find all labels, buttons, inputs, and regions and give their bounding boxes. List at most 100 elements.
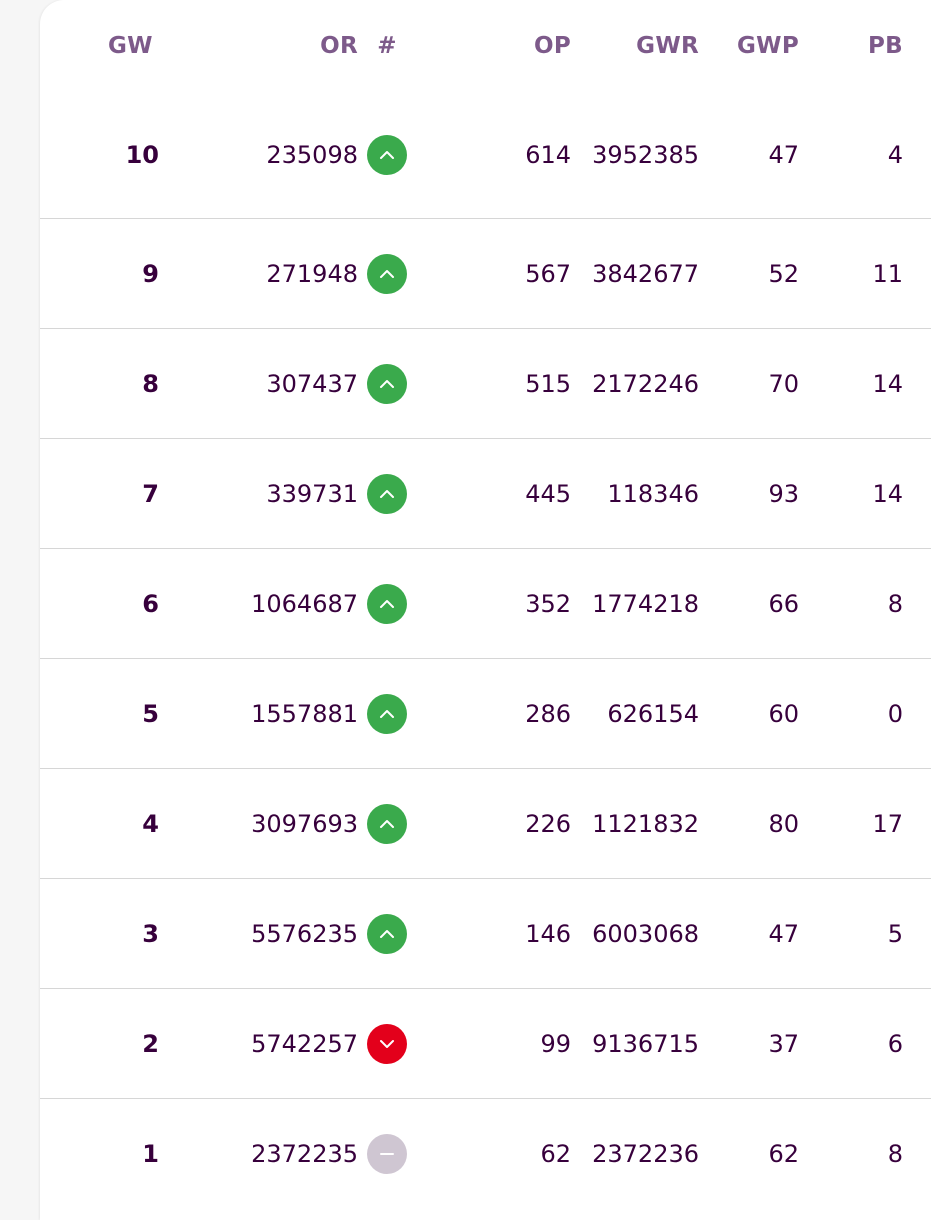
- rank-movement-cell: [358, 92, 436, 219]
- rank-movement-cell: [358, 439, 436, 549]
- overall-rank-cell: 339731: [266, 479, 358, 508]
- rank-movement-cell: [358, 769, 436, 879]
- header-gwp: GWP: [736, 33, 799, 59]
- table-row: 4 3097693 226 1121832 80 17: [40, 769, 931, 879]
- gameweek-rank-cell: 9136715: [592, 1029, 699, 1058]
- gameweek-points-cell: 37: [768, 1029, 799, 1058]
- overall-rank-cell: 1064687: [251, 589, 358, 618]
- chevron-up-icon: [367, 253, 407, 294]
- table-header: GW OR # OP GWR GWP PB: [40, 0, 931, 92]
- overall-rank-cell: 5576235: [251, 919, 358, 948]
- overall-points-cell: 146: [525, 919, 571, 948]
- history-card: GW OR # OP GWR GWP PB 10 235098 614 3952385…: [40, 0, 931, 1220]
- points-on-bench-cell: 14: [872, 479, 903, 508]
- table-row: 6 1064687 352 1774218 66 8: [40, 549, 931, 659]
- overall-rank-cell: 271948: [266, 259, 358, 288]
- gameweek-points-cell: 52: [768, 259, 799, 288]
- header-pb: PB: [868, 33, 903, 59]
- points-on-bench-cell: 5: [887, 919, 903, 948]
- table-row: 8 307437 515 2172246 70 14: [40, 329, 931, 439]
- chevron-up-icon: [367, 693, 407, 734]
- gameweek-points-cell: 47: [768, 919, 799, 948]
- table-row: 7 339731 445 118346 93 14: [40, 439, 931, 549]
- gameweek-rank-cell: 2172246: [592, 369, 699, 398]
- header-op: OP: [533, 33, 571, 59]
- gameweek-points-cell: 60: [768, 699, 799, 728]
- gameweek-rank-cell: 3952385: [592, 141, 699, 169]
- points-on-bench-cell: 4: [887, 141, 903, 169]
- minus-icon: [367, 1133, 407, 1174]
- gameweek-cell: 4: [142, 809, 159, 838]
- gameweek-cell: 10: [125, 141, 159, 169]
- gameweek-cell: 1: [142, 1139, 159, 1168]
- table-row: 1 2372235 62 2372236 62 8: [40, 1099, 931, 1209]
- gameweek-rank-cell: 1774218: [592, 589, 699, 618]
- gameweek-cell: 6: [142, 589, 159, 618]
- overall-points-cell: 226: [525, 809, 571, 838]
- chevron-up-icon: [367, 135, 407, 175]
- points-on-bench-cell: 11: [872, 259, 903, 288]
- gameweek-rank-cell: 2372236: [592, 1139, 699, 1168]
- points-on-bench-cell: 17: [872, 809, 903, 838]
- gameweek-points-cell: 62: [768, 1139, 799, 1168]
- gameweek-points-cell: 70: [768, 369, 799, 398]
- chevron-up-icon: [367, 473, 407, 514]
- gameweek-rank-cell: 118346: [607, 479, 699, 508]
- table-row: 10 235098 614 3952385 47 4: [40, 92, 931, 219]
- chevron-down-icon: [367, 1023, 407, 1064]
- points-on-bench-cell: 6: [887, 1029, 903, 1058]
- rank-movement-cell: [358, 1099, 436, 1209]
- overall-rank-cell: 235098: [266, 141, 358, 169]
- overall-points-cell: 62: [540, 1139, 571, 1168]
- gameweek-history-table: GW OR # OP GWR GWP PB 10 235098 614 3952385…: [40, 0, 931, 1208]
- overall-rank-cell: 307437: [266, 369, 358, 398]
- gameweek-cell: 9: [142, 259, 159, 288]
- overall-points-cell: 567: [525, 259, 571, 288]
- table-row: 3 5576235 146 6003068 47 5: [40, 879, 931, 989]
- rank-movement-cell: [358, 219, 436, 329]
- chevron-up-icon: [367, 583, 407, 624]
- gameweek-points-cell: 93: [768, 479, 799, 508]
- gameweek-rank-cell: 1121832: [592, 809, 699, 838]
- header-movement: #: [377, 33, 397, 59]
- overall-points-cell: 286: [525, 699, 571, 728]
- gameweek-cell: 3: [142, 919, 159, 948]
- overall-points-cell: 445: [525, 479, 571, 508]
- table-row: 9 271948 567 3842677 52 11: [40, 219, 931, 329]
- overall-rank-cell: 3097693: [251, 809, 358, 838]
- chevron-up-icon: [367, 803, 407, 844]
- overall-rank-cell: 5742257: [251, 1029, 358, 1058]
- gameweek-rank-cell: 626154: [607, 699, 699, 728]
- gameweek-cell: 7: [142, 479, 159, 508]
- overall-points-cell: 515: [525, 369, 571, 398]
- gameweek-points-cell: 80: [768, 809, 799, 838]
- overall-points-cell: 99: [540, 1029, 571, 1058]
- header-row: GW OR # OP GWR GWP PB: [40, 0, 931, 92]
- rank-movement-cell: [358, 549, 436, 659]
- rank-movement-cell: [358, 329, 436, 439]
- points-on-bench-cell: 14: [872, 369, 903, 398]
- table-row: 2 5742257 99 9136715 37 6: [40, 989, 931, 1099]
- gameweek-cell: 2: [142, 1029, 159, 1058]
- overall-rank-cell: 1557881: [251, 699, 358, 728]
- header-or: OR: [320, 33, 358, 59]
- points-on-bench-cell: 8: [887, 1139, 903, 1168]
- points-on-bench-cell: 8: [887, 589, 903, 618]
- header-gw: GW: [108, 33, 153, 59]
- rank-movement-cell: [358, 659, 436, 769]
- gameweek-rank-cell: 6003068: [592, 919, 699, 948]
- gameweek-points-cell: 47: [768, 141, 799, 169]
- table-row: 5 1557881 286 626154 60 0: [40, 659, 931, 769]
- table-body: 10 235098 614 3952385 47 4 9 271948 567 3842677 52…: [40, 92, 931, 1208]
- overall-rank-cell: 2372235: [251, 1139, 358, 1168]
- rank-movement-cell: [358, 879, 436, 989]
- overall-points-cell: 352: [525, 589, 571, 618]
- overall-points-cell: 614: [525, 141, 571, 169]
- gameweek-cell: 5: [142, 699, 159, 728]
- rank-movement-cell: [358, 989, 436, 1099]
- header-gwr: GWR: [636, 33, 699, 59]
- gameweek-rank-cell: 3842677: [592, 259, 699, 288]
- chevron-up-icon: [367, 363, 407, 404]
- gameweek-cell: 8: [142, 369, 159, 398]
- gameweek-points-cell: 66: [768, 589, 799, 618]
